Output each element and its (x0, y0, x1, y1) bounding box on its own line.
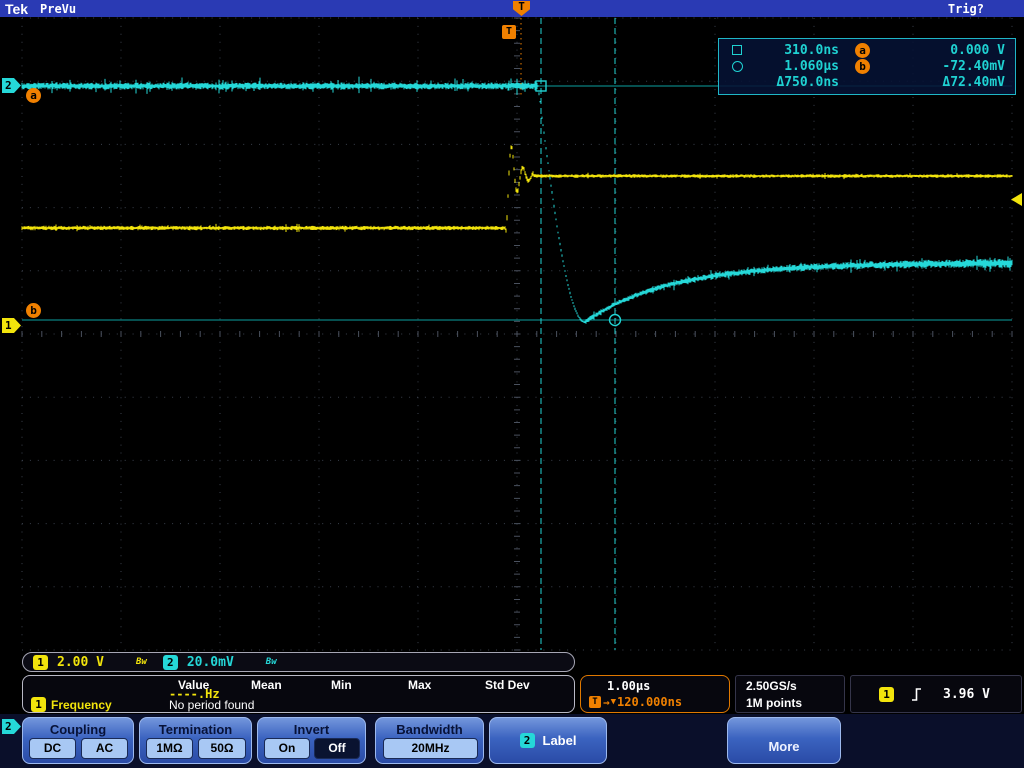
oscilloscope-screen: Tek PreVu Trig? T T 2 a b 1 310.0ns a 0.… (0, 0, 1024, 768)
horizontal-panel[interactable]: 1.00μs T → ▼ 120.000ns (580, 675, 730, 713)
menu-channel-tag: 2 (2, 719, 21, 734)
meas-note: No period found (169, 698, 254, 712)
meas-header-mean: Mean (251, 678, 282, 692)
more-button[interactable]: More (727, 717, 841, 764)
meas-channel-badge: 1 (31, 697, 46, 712)
coupling-button[interactable]: Coupling DC AC (22, 717, 134, 764)
cursor-delta-value: Δ72.40mV (870, 75, 1005, 90)
termination-1mohm-option[interactable]: 1MΩ (146, 738, 193, 759)
ch2-bandwidth-icon: Bw (266, 657, 277, 667)
termination-button[interactable]: Termination 1MΩ 50Ω (139, 717, 252, 764)
horizontal-delay-row: T → ▼ 120.000ns (589, 695, 729, 709)
cursor-delta-spacer2 (855, 75, 870, 90)
trigger-panel[interactable]: 1 3.96 V (850, 675, 1022, 713)
invert-on-option[interactable]: On (264, 738, 310, 759)
bandwidth-button[interactable]: Bandwidth 20MHz (375, 717, 484, 764)
termination-50ohm-option[interactable]: 50Ω (198, 738, 246, 759)
cursor-a-time: 310.0ns (747, 43, 839, 58)
cursor-b-value: -72.40mV (870, 59, 1005, 74)
cursor-a-row: 310.0ns a 0.000 V (727, 42, 1005, 58)
meas-header-stddev: Std Dev (485, 678, 530, 692)
cursor-delta-row: Δ750.0ns Δ72.40mV (727, 74, 1005, 90)
invert-off-option[interactable]: Off (314, 738, 360, 759)
ch1-bandwidth-icon: Bw (136, 657, 147, 667)
label-button[interactable]: 2 Label (489, 717, 607, 764)
ch2-scale[interactable]: 20.0mV (187, 655, 234, 670)
cursor-b-time: 1.060μs (747, 59, 839, 74)
cursor-a-badge: a (855, 43, 870, 58)
label-button-content: 2 Label (490, 718, 606, 763)
cursor-b-marker[interactable]: b (26, 303, 41, 318)
ch1-scale[interactable]: 2.00 V (57, 655, 104, 670)
tek-logo: Tek (5, 1, 28, 17)
trigger-point-icon: T (502, 25, 516, 39)
delay-triangle-icon: ▼ (611, 697, 616, 707)
acquisition-panel: 2.50GS/s 1M points (735, 675, 845, 713)
label-button-text: Label (543, 733, 577, 748)
cursor-a-square-icon (727, 45, 747, 55)
meas-header-min: Min (331, 678, 352, 692)
menu-bar: 2 Coupling DC AC Termination 1MΩ 50Ω Inv… (0, 714, 1024, 768)
cursor-a-marker[interactable]: a (26, 88, 41, 103)
ch2-badge[interactable]: 2 (163, 655, 178, 670)
trigger-icon: T (589, 696, 601, 708)
meas-header-max: Max (408, 678, 431, 692)
cursor-b-badge: b (855, 59, 870, 74)
trigger-level: 3.96 V (943, 687, 990, 702)
channel-scale-bar: 1 2.00 V Bw 2 20.0mV Bw (22, 652, 575, 672)
trigger-status: Trig? (948, 2, 984, 16)
arrow-right-icon: → (603, 696, 610, 709)
cursor-b-row: 1.060μs b -72.40mV (727, 58, 1005, 74)
coupling-dc-option[interactable]: DC (29, 738, 76, 759)
ch1-waveform (22, 145, 1012, 232)
bandwidth-20mhz-option[interactable]: 20MHz (383, 738, 478, 759)
more-button-text: More (728, 718, 840, 763)
trigger-source-badge: 1 (879, 687, 894, 702)
acquisition-mode-status: PreVu (40, 2, 76, 16)
coupling-ac-option[interactable]: AC (81, 738, 128, 759)
cursor-b-circle-icon (727, 61, 747, 72)
invert-button[interactable]: Invert On Off (257, 717, 366, 764)
horizontal-scale: 1.00μs (607, 679, 729, 693)
invert-label: Invert (258, 722, 365, 737)
horizontal-delay: 120.000ns (617, 695, 682, 709)
cursor-a-value: 0.000 V (870, 43, 1005, 58)
measurement-panel: Value Mean Min Max Std Dev ----.Hz 1 Fre… (22, 675, 575, 713)
ch1-badge[interactable]: 1 (33, 655, 48, 670)
rising-edge-icon (910, 686, 923, 703)
cursor-readout-panel: 310.0ns a 0.000 V 1.060μs b -72.40mV Δ75… (718, 38, 1016, 95)
coupling-label: Coupling (23, 722, 133, 737)
label-channel-badge: 2 (520, 733, 535, 748)
termination-label: Termination (140, 722, 251, 737)
meas-name[interactable]: Frequency (51, 698, 112, 712)
cursor-delta-time: Δ750.0ns (747, 75, 839, 90)
topbar: Tek PreVu Trig? (0, 0, 1024, 17)
sample-rate: 2.50GS/s (746, 679, 844, 693)
bandwidth-label: Bandwidth (376, 722, 483, 737)
record-length: 1M points (746, 696, 844, 710)
